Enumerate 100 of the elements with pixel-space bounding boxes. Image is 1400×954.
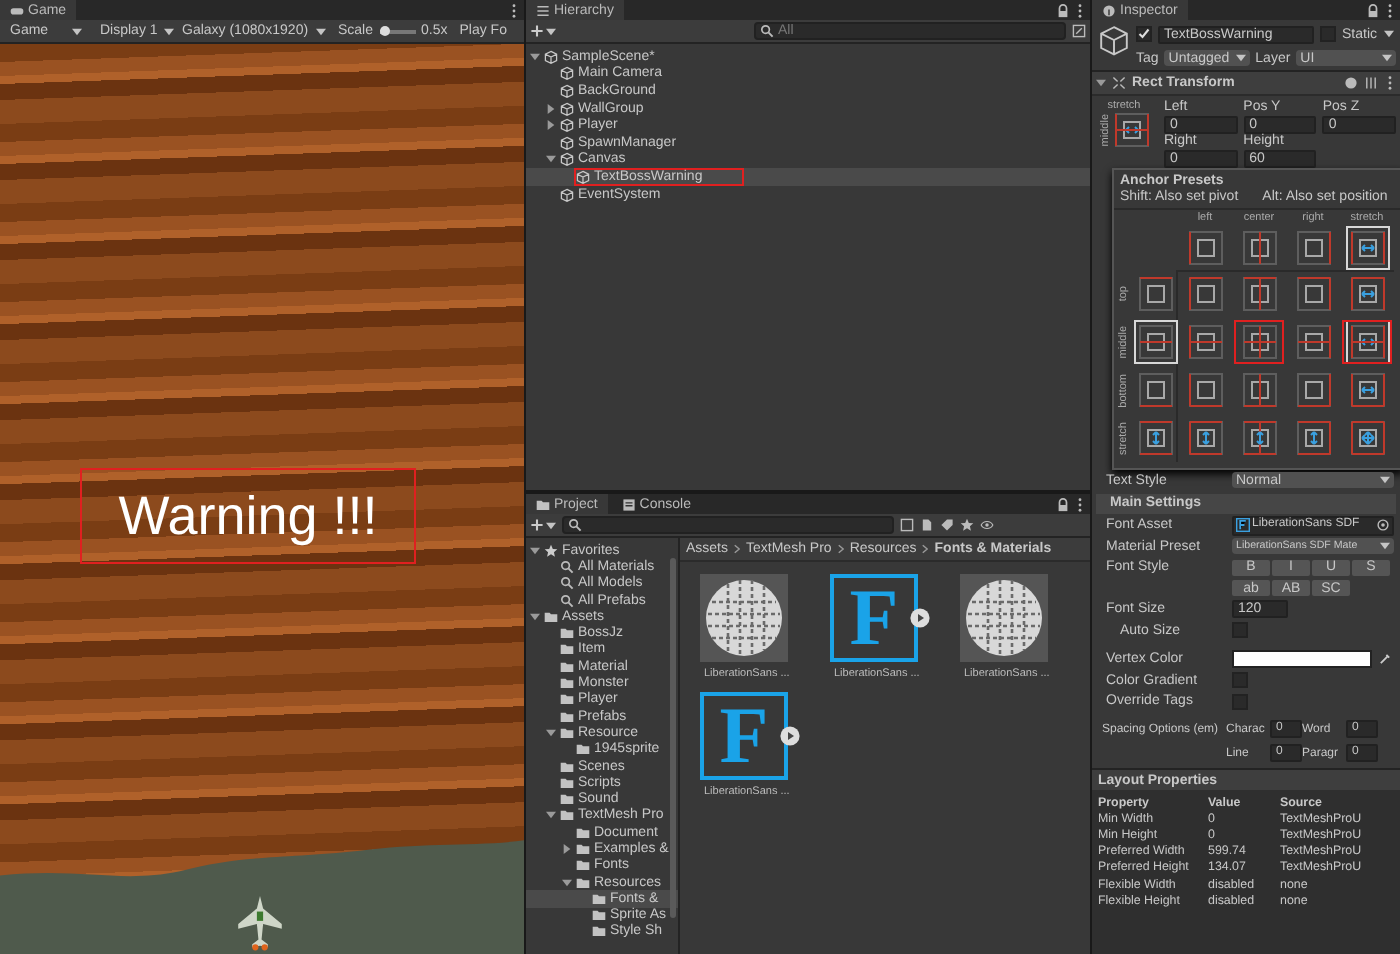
star-icon[interactable] [960, 518, 974, 532]
collapsed-arrow-icon[interactable] [562, 843, 572, 854]
anchor-preset-button[interactable] [1134, 416, 1178, 460]
help-icon[interactable] [1344, 76, 1358, 90]
type-filter-icon[interactable] [920, 518, 934, 532]
scene-filter-icon[interactable] [1072, 24, 1086, 38]
anchor-preset-button[interactable] [1291, 368, 1335, 412]
warning-label: Warning !!! [80, 468, 416, 564]
lock-icon[interactable] [1056, 497, 1070, 511]
anchor-icon [1187, 276, 1223, 312]
object-picker-icon[interactable] [1376, 518, 1390, 533]
anchor-icon [1349, 372, 1385, 408]
expanded-arrow-icon[interactable] [562, 877, 572, 888]
font-file-icon [1236, 518, 1250, 533]
font-asset-thumbnail[interactable]: F [830, 574, 918, 662]
expanded-arrow-icon[interactable] [546, 810, 556, 821]
caret-icon [1380, 542, 1390, 551]
play-icon[interactable] [780, 726, 800, 746]
anchor-preset-button[interactable] [1291, 320, 1335, 364]
anchor-preset-button[interactable] [1237, 272, 1281, 316]
play-icon[interactable] [910, 608, 930, 628]
collapsed-arrow-icon[interactable] [546, 103, 556, 114]
anchor-preset-button[interactable] [1237, 320, 1281, 364]
expanded-arrow-icon[interactable] [546, 154, 556, 165]
active-checkbox[interactable] [1136, 26, 1152, 42]
anchor-preset-button[interactable] [1183, 368, 1227, 412]
plus-icon [530, 518, 544, 532]
lock-icon[interactable] [1056, 3, 1070, 17]
chevron-right-icon [837, 544, 844, 554]
anchor-icon [1138, 324, 1174, 360]
rect-transform-icon [1112, 76, 1126, 90]
anchor-preset-button[interactable] [1134, 368, 1178, 412]
anchor-icon [1138, 372, 1174, 408]
anchor-preset-button[interactable] [1183, 416, 1227, 460]
search-icon [568, 518, 582, 532]
anchor-preset-button[interactable] [1291, 416, 1335, 460]
caret-icon [163, 27, 174, 35]
chevron-right-icon [922, 544, 929, 554]
anchor-icon [1295, 372, 1331, 408]
airplane-drawing [236, 896, 284, 952]
anchor-preset-button[interactable] [1113, 112, 1149, 148]
plus-icon [530, 24, 544, 38]
cube-icon [560, 187, 574, 202]
texture-thumbnail[interactable] [960, 574, 1048, 662]
eyedropper-icon[interactable] [1378, 652, 1392, 667]
add-button[interactable] [530, 518, 556, 532]
anchor-preset-button[interactable] [1345, 416, 1389, 460]
scene-icon [544, 49, 558, 64]
visibility-icon[interactable] [980, 518, 994, 532]
anchor-preset-button[interactable] [1291, 226, 1335, 270]
info-icon [1102, 3, 1116, 17]
expanded-arrow-icon[interactable] [530, 51, 540, 62]
anchor-preset-button[interactable] [1237, 368, 1281, 412]
anchor-icon [1187, 420, 1223, 456]
search-field[interactable] [562, 516, 894, 534]
anchor-preset-button[interactable] [1291, 272, 1335, 316]
color-swatch[interactable] [1232, 650, 1372, 669]
anchor-icon [1113, 112, 1149, 148]
anchor-preset-button[interactable] [1134, 272, 1178, 316]
star-icon [544, 543, 558, 558]
anchor-icon [1241, 324, 1277, 360]
caret-icon [72, 27, 82, 35]
caret-icon [546, 27, 556, 35]
anchor-preset-button[interactable] [1183, 320, 1227, 364]
caret-icon [1382, 54, 1392, 62]
caret-icon [1380, 476, 1390, 485]
anchor-icon [1241, 276, 1277, 312]
expanded-arrow-icon[interactable] [530, 611, 540, 622]
texture-thumbnail[interactable] [700, 574, 788, 662]
anchor-icon [1187, 230, 1223, 266]
collapse-arrow-icon[interactable] [1096, 78, 1106, 88]
list-icon [536, 3, 550, 17]
anchor-icon [1295, 324, 1331, 360]
filter-icon[interactable] [900, 518, 914, 532]
anchor-icon [1349, 276, 1385, 312]
anchor-preset-button[interactable] [1345, 368, 1389, 412]
anchor-preset-button[interactable] [1183, 272, 1227, 316]
anchor-icon [1241, 372, 1277, 408]
anchor-icon [1295, 276, 1331, 312]
add-button[interactable] [530, 24, 556, 38]
collapsed-arrow-icon[interactable] [546, 120, 556, 131]
gamepad-icon [10, 3, 24, 17]
anchor-preset-button[interactable] [1237, 226, 1281, 270]
anchor-icon [1349, 420, 1385, 456]
tag-icon[interactable] [940, 518, 954, 532]
slider-thumb[interactable] [380, 26, 391, 36]
anchor-preset-button[interactable] [1183, 226, 1227, 270]
anchor-preset-button[interactable] [1237, 416, 1281, 460]
expanded-arrow-icon[interactable] [530, 545, 540, 556]
anchor-icon [1241, 420, 1277, 456]
expanded-arrow-icon[interactable] [546, 727, 556, 738]
anchor-icon [1349, 324, 1385, 360]
anchor-icon [1187, 372, 1223, 408]
search-icon [760, 24, 774, 38]
sliders-icon[interactable] [1364, 76, 1378, 90]
lock-icon[interactable] [1366, 3, 1380, 17]
cube-icon [1098, 24, 1130, 56]
font-asset-thumbnail[interactable]: F [700, 692, 788, 780]
anchor-preset-button[interactable] [1345, 272, 1389, 316]
anchor-icon [1349, 230, 1385, 266]
